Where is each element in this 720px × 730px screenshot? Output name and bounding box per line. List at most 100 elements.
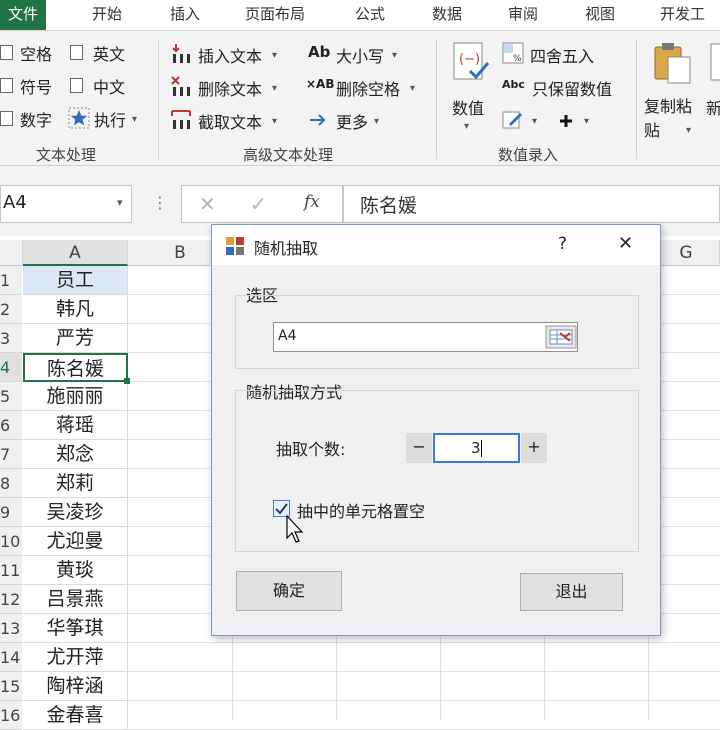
tab-developer[interactable]: 开发工 bbox=[660, 0, 705, 30]
execute-button[interactable]: 执行 ▾ bbox=[66, 105, 146, 131]
tab-formulas[interactable]: 公式 bbox=[355, 0, 385, 30]
fx-icon[interactable]: fx bbox=[304, 192, 320, 212]
checkbox-english[interactable] bbox=[70, 45, 83, 60]
row-header[interactable]: 8 bbox=[0, 469, 22, 498]
table-row[interactable]: 陶梓涵 bbox=[23, 672, 128, 701]
table-row[interactable]: 尤开萍 bbox=[23, 643, 128, 672]
row-header[interactable]: 16 bbox=[0, 701, 22, 730]
group-separator bbox=[158, 39, 159, 159]
more-button[interactable]: 更多 ▾ bbox=[306, 105, 396, 133]
delete-text-button[interactable]: 删除文本 ▾ bbox=[168, 72, 288, 100]
table-row[interactable]: 吕景燕 bbox=[23, 585, 128, 614]
table-row[interactable]: 员工 bbox=[23, 266, 128, 295]
cancel-icon[interactable]: ✕ bbox=[199, 192, 216, 216]
table-row[interactable]: 金春喜 bbox=[23, 701, 128, 730]
checkbox-chinese[interactable] bbox=[70, 78, 83, 93]
ribbon: 空格 符号 数字 英文 中文 执行 ▾ 文本处理 插入文本 ▾ 删除文本 ▾ 截… bbox=[0, 31, 720, 166]
count-input-value: 3 bbox=[471, 439, 481, 457]
checkbox-space[interactable] bbox=[0, 45, 13, 60]
row-header[interactable]: 7 bbox=[0, 440, 22, 469]
new-partial-button[interactable]: 新 bbox=[704, 39, 720, 139]
tab-file[interactable]: 文件 bbox=[0, 0, 47, 30]
table-row[interactable]: 郑念 bbox=[23, 440, 128, 469]
label-space: 空格 bbox=[20, 45, 53, 64]
case-button[interactable]: Ab 大小写 ▾ bbox=[306, 39, 416, 67]
add-dropdown-button[interactable]: ▾ bbox=[556, 107, 602, 135]
row-header[interactable]: 5 bbox=[0, 382, 22, 411]
table-row[interactable]: 郑莉 bbox=[23, 469, 128, 498]
keep-value-label: 只保留数值 bbox=[532, 80, 613, 99]
table-row[interactable]: 尤迎曼 bbox=[23, 527, 128, 556]
round-button[interactable]: % 四舍五入 bbox=[502, 39, 612, 67]
text-cursor bbox=[481, 440, 482, 457]
tab-review[interactable]: 审阅 bbox=[508, 0, 538, 30]
keep-value-button[interactable]: Abc 只保留数值 bbox=[502, 72, 632, 100]
row-header[interactable]: 11 bbox=[0, 556, 22, 585]
increment-button[interactable]: + bbox=[521, 433, 547, 463]
ok-button[interactable]: 确定 bbox=[236, 571, 342, 611]
table-row[interactable]: 吴凌珍 bbox=[23, 498, 128, 527]
name-box[interactable]: A4 ▾ bbox=[0, 185, 132, 223]
truncate-text-button[interactable]: 截取文本 ▾ bbox=[168, 105, 288, 133]
truncate-text-icon bbox=[171, 110, 191, 129]
row-header[interactable]: 14 bbox=[0, 643, 22, 672]
formula-input[interactable]: 陈名媛 bbox=[343, 185, 720, 223]
more-options-icon[interactable]: ⋮ bbox=[152, 193, 168, 212]
row-header[interactable]: 4 bbox=[0, 353, 22, 382]
checkbox-digit[interactable] bbox=[0, 111, 13, 126]
selected-cell[interactable]: 陈名媛 bbox=[23, 353, 128, 382]
help-icon[interactable]: ? bbox=[558, 234, 567, 254]
table-row[interactable]: 华筝琪 bbox=[23, 614, 128, 643]
chevron-down-icon[interactable]: ▾ bbox=[117, 196, 123, 209]
row-header[interactable]: 10 bbox=[0, 527, 22, 556]
table-row[interactable]: 黄琰 bbox=[23, 556, 128, 585]
table-row[interactable]: 严芳 bbox=[23, 324, 128, 353]
label-symbol: 符号 bbox=[20, 78, 53, 97]
row-header[interactable]: 3 bbox=[0, 324, 22, 353]
range-input[interactable]: A4 bbox=[273, 322, 578, 352]
range-picker-icon[interactable] bbox=[545, 325, 577, 349]
confirm-icon[interactable]: ✓ bbox=[250, 192, 267, 216]
exit-button[interactable]: 退出 bbox=[520, 573, 623, 611]
copy-paste-button[interactable]: 复制粘 贴 ▾ bbox=[642, 39, 704, 143]
row-header[interactable]: 12 bbox=[0, 585, 22, 614]
decrement-button[interactable]: − bbox=[406, 433, 432, 463]
arrow-right-icon bbox=[310, 114, 326, 126]
tab-view[interactable]: 视图 bbox=[585, 0, 615, 30]
svg-text:%: % bbox=[513, 54, 522, 64]
table-row[interactable]: 韩凡 bbox=[23, 295, 128, 324]
edit-dropdown-button[interactable]: ▾ bbox=[502, 107, 548, 135]
dialog-title-bar[interactable]: 随机抽取 ? ✕ bbox=[212, 225, 660, 265]
plus-icon bbox=[560, 115, 572, 127]
row-header[interactable]: 9 bbox=[0, 498, 22, 527]
tab-data[interactable]: 数据 bbox=[432, 0, 462, 30]
tab-insert[interactable]: 插入 bbox=[170, 0, 200, 30]
close-icon[interactable]: ✕ bbox=[618, 233, 633, 254]
chevron-down-icon: ▾ bbox=[584, 116, 590, 127]
tab-page-layout[interactable]: 页面布局 bbox=[245, 0, 305, 30]
table-row[interactable]: 蒋瑶 bbox=[23, 411, 128, 440]
dialog-title: 随机抽取 bbox=[254, 239, 319, 258]
column-header-a[interactable]: A bbox=[23, 240, 128, 266]
row-header[interactable]: 2 bbox=[0, 295, 22, 324]
insert-text-button[interactable]: 插入文本 ▾ bbox=[168, 39, 288, 67]
delete-text-icon bbox=[171, 76, 190, 96]
table-row[interactable]: 施丽丽 bbox=[23, 382, 128, 411]
row-header[interactable]: 6 bbox=[0, 411, 22, 440]
execute-label: 执行 bbox=[94, 111, 127, 130]
new-partial-label: 新 bbox=[706, 99, 720, 118]
fill-handle[interactable] bbox=[124, 378, 130, 384]
tab-home[interactable]: 开始 bbox=[92, 0, 122, 30]
chevron-down-icon: ▾ bbox=[272, 50, 278, 61]
count-input[interactable]: 3 bbox=[433, 433, 520, 463]
chevron-down-icon: ▾ bbox=[132, 114, 138, 125]
select-all-corner[interactable] bbox=[0, 240, 23, 266]
remove-space-button[interactable]: ×AB 删除空格 ▾ bbox=[306, 72, 426, 100]
value-button[interactable]: (−) 数值 ▾ bbox=[444, 39, 494, 139]
row-header[interactable]: 15 bbox=[0, 672, 22, 701]
checkbox-symbol[interactable] bbox=[0, 78, 13, 93]
row-header[interactable]: 13 bbox=[0, 614, 22, 643]
clear-cells-label[interactable]: 抽中的单元格置空 bbox=[297, 498, 425, 522]
row-header[interactable]: 1 bbox=[0, 266, 22, 295]
column-header-g[interactable]: G bbox=[653, 240, 720, 266]
